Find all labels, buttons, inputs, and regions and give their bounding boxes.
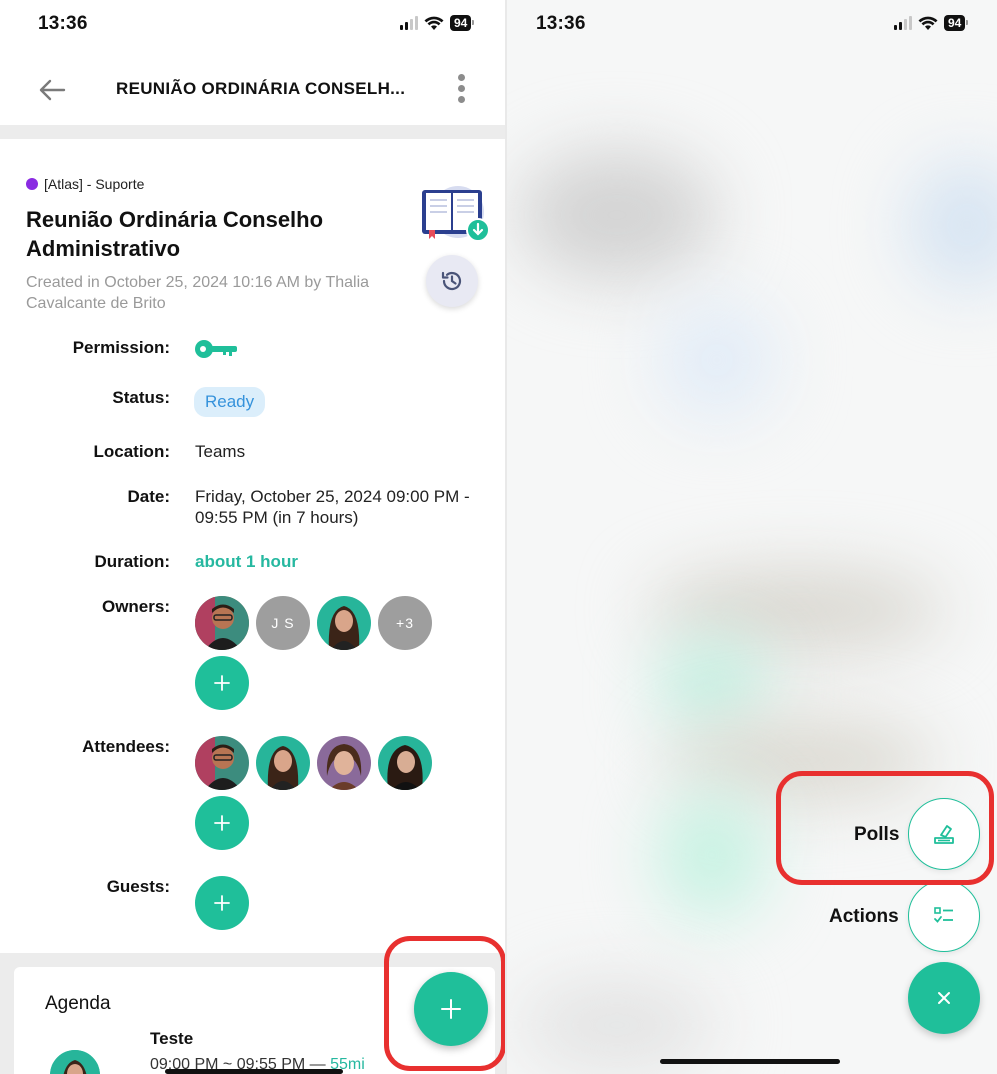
- back-arrow-icon[interactable]: [36, 76, 68, 104]
- status-time: 13:36: [38, 13, 88, 34]
- blurred-background: [517, 150, 717, 280]
- permission-label: Permission:: [72, 338, 170, 357]
- person-photo-icon: [317, 596, 371, 650]
- history-button[interactable]: [426, 255, 478, 307]
- page-title: REUNIÃO ORDINÁRIA CONSELH...: [116, 79, 406, 98]
- book-download-icon[interactable]: [416, 182, 492, 244]
- owner-avatar[interactable]: [317, 596, 371, 650]
- battery-indicator: 94: [944, 15, 969, 31]
- wifi-icon: [424, 16, 444, 30]
- header-divider: [0, 125, 505, 139]
- signal-icon: [400, 16, 418, 30]
- location-label: Location:: [93, 442, 171, 461]
- add-attendee-button[interactable]: [195, 796, 249, 850]
- meeting-detail-screen: 13:36 94 REUNIÃO ORDINÁRIA CONSELH... [A…: [0, 0, 507, 1074]
- person-photo-icon: [317, 736, 371, 790]
- organization-tag: [Atlas] - Suporte: [26, 176, 144, 192]
- battery-indicator: 94: [450, 15, 475, 31]
- person-photo-icon: [195, 596, 249, 650]
- date-value: Friday, October 25, 2024 09:00 PM - 09:5…: [195, 487, 470, 527]
- status-icons: 94: [894, 15, 969, 31]
- tag-color-dot: [26, 178, 38, 190]
- owner-avatar-more[interactable]: +3: [378, 596, 432, 650]
- signal-icon: [894, 16, 912, 30]
- owner-avatar-initials[interactable]: J S: [256, 596, 310, 650]
- home-indicator: [660, 1059, 840, 1064]
- highlight-box: [384, 936, 506, 1071]
- date-label: Date:: [127, 487, 170, 506]
- key-icon: [195, 340, 237, 358]
- agenda-title: Agenda: [45, 993, 111, 1014]
- add-owner-button[interactable]: [195, 656, 249, 710]
- person-photo-icon: [195, 736, 249, 790]
- plus-icon: [214, 675, 230, 691]
- plus-icon: [214, 895, 230, 911]
- attendees-label: Attendees:: [82, 737, 170, 756]
- attendee-avatar[interactable]: [378, 736, 432, 790]
- created-info: Created in October 25, 2024 10:16 AM by …: [26, 274, 370, 312]
- checklist-icon: [934, 907, 953, 923]
- actions-button[interactable]: [908, 880, 980, 952]
- home-indicator: [165, 1069, 343, 1074]
- status-label: Status:: [112, 388, 170, 407]
- attendee-avatar[interactable]: [256, 736, 310, 790]
- more-vertical-icon[interactable]: [452, 72, 470, 106]
- actions-label[interactable]: Actions: [829, 906, 899, 928]
- wifi-icon: [918, 16, 938, 30]
- highlight-box: [776, 771, 994, 885]
- tag-label: [Atlas] - Suporte: [44, 176, 145, 192]
- attendee-avatar[interactable]: [195, 736, 249, 790]
- blurred-background: [657, 640, 767, 730]
- plus-icon: [214, 815, 230, 831]
- duration-label: Duration:: [94, 552, 170, 571]
- blurred-background: [657, 300, 777, 420]
- attendee-avatar[interactable]: [317, 736, 371, 790]
- meeting-title: Reunião Ordinária Conselho Administrativ…: [26, 207, 324, 261]
- blurred-background: [907, 160, 997, 290]
- status-icons: 94: [400, 15, 475, 31]
- close-icon: [938, 992, 950, 1004]
- person-photo-icon: [378, 736, 432, 790]
- status-time: 13:36: [536, 13, 586, 34]
- add-guest-button[interactable]: [195, 876, 249, 930]
- close-fab-button[interactable]: [908, 962, 980, 1034]
- guests-label: Guests:: [106, 877, 170, 896]
- owners-label: Owners:: [101, 597, 170, 616]
- blurred-background: [647, 570, 947, 650]
- status-badge: Ready: [194, 387, 266, 417]
- blurred-background: [657, 790, 767, 920]
- location-value: Teams: [195, 442, 246, 461]
- person-photo-icon: [256, 736, 310, 790]
- blurred-background: [517, 980, 717, 1070]
- duration-value: about 1 hour: [195, 552, 298, 571]
- history-icon: [441, 271, 462, 291]
- owner-avatar[interactable]: [195, 596, 249, 650]
- agenda-item-title[interactable]: Teste: [150, 1029, 193, 1049]
- app-header: REUNIÃO ORDINÁRIA CONSELH...: [0, 62, 505, 118]
